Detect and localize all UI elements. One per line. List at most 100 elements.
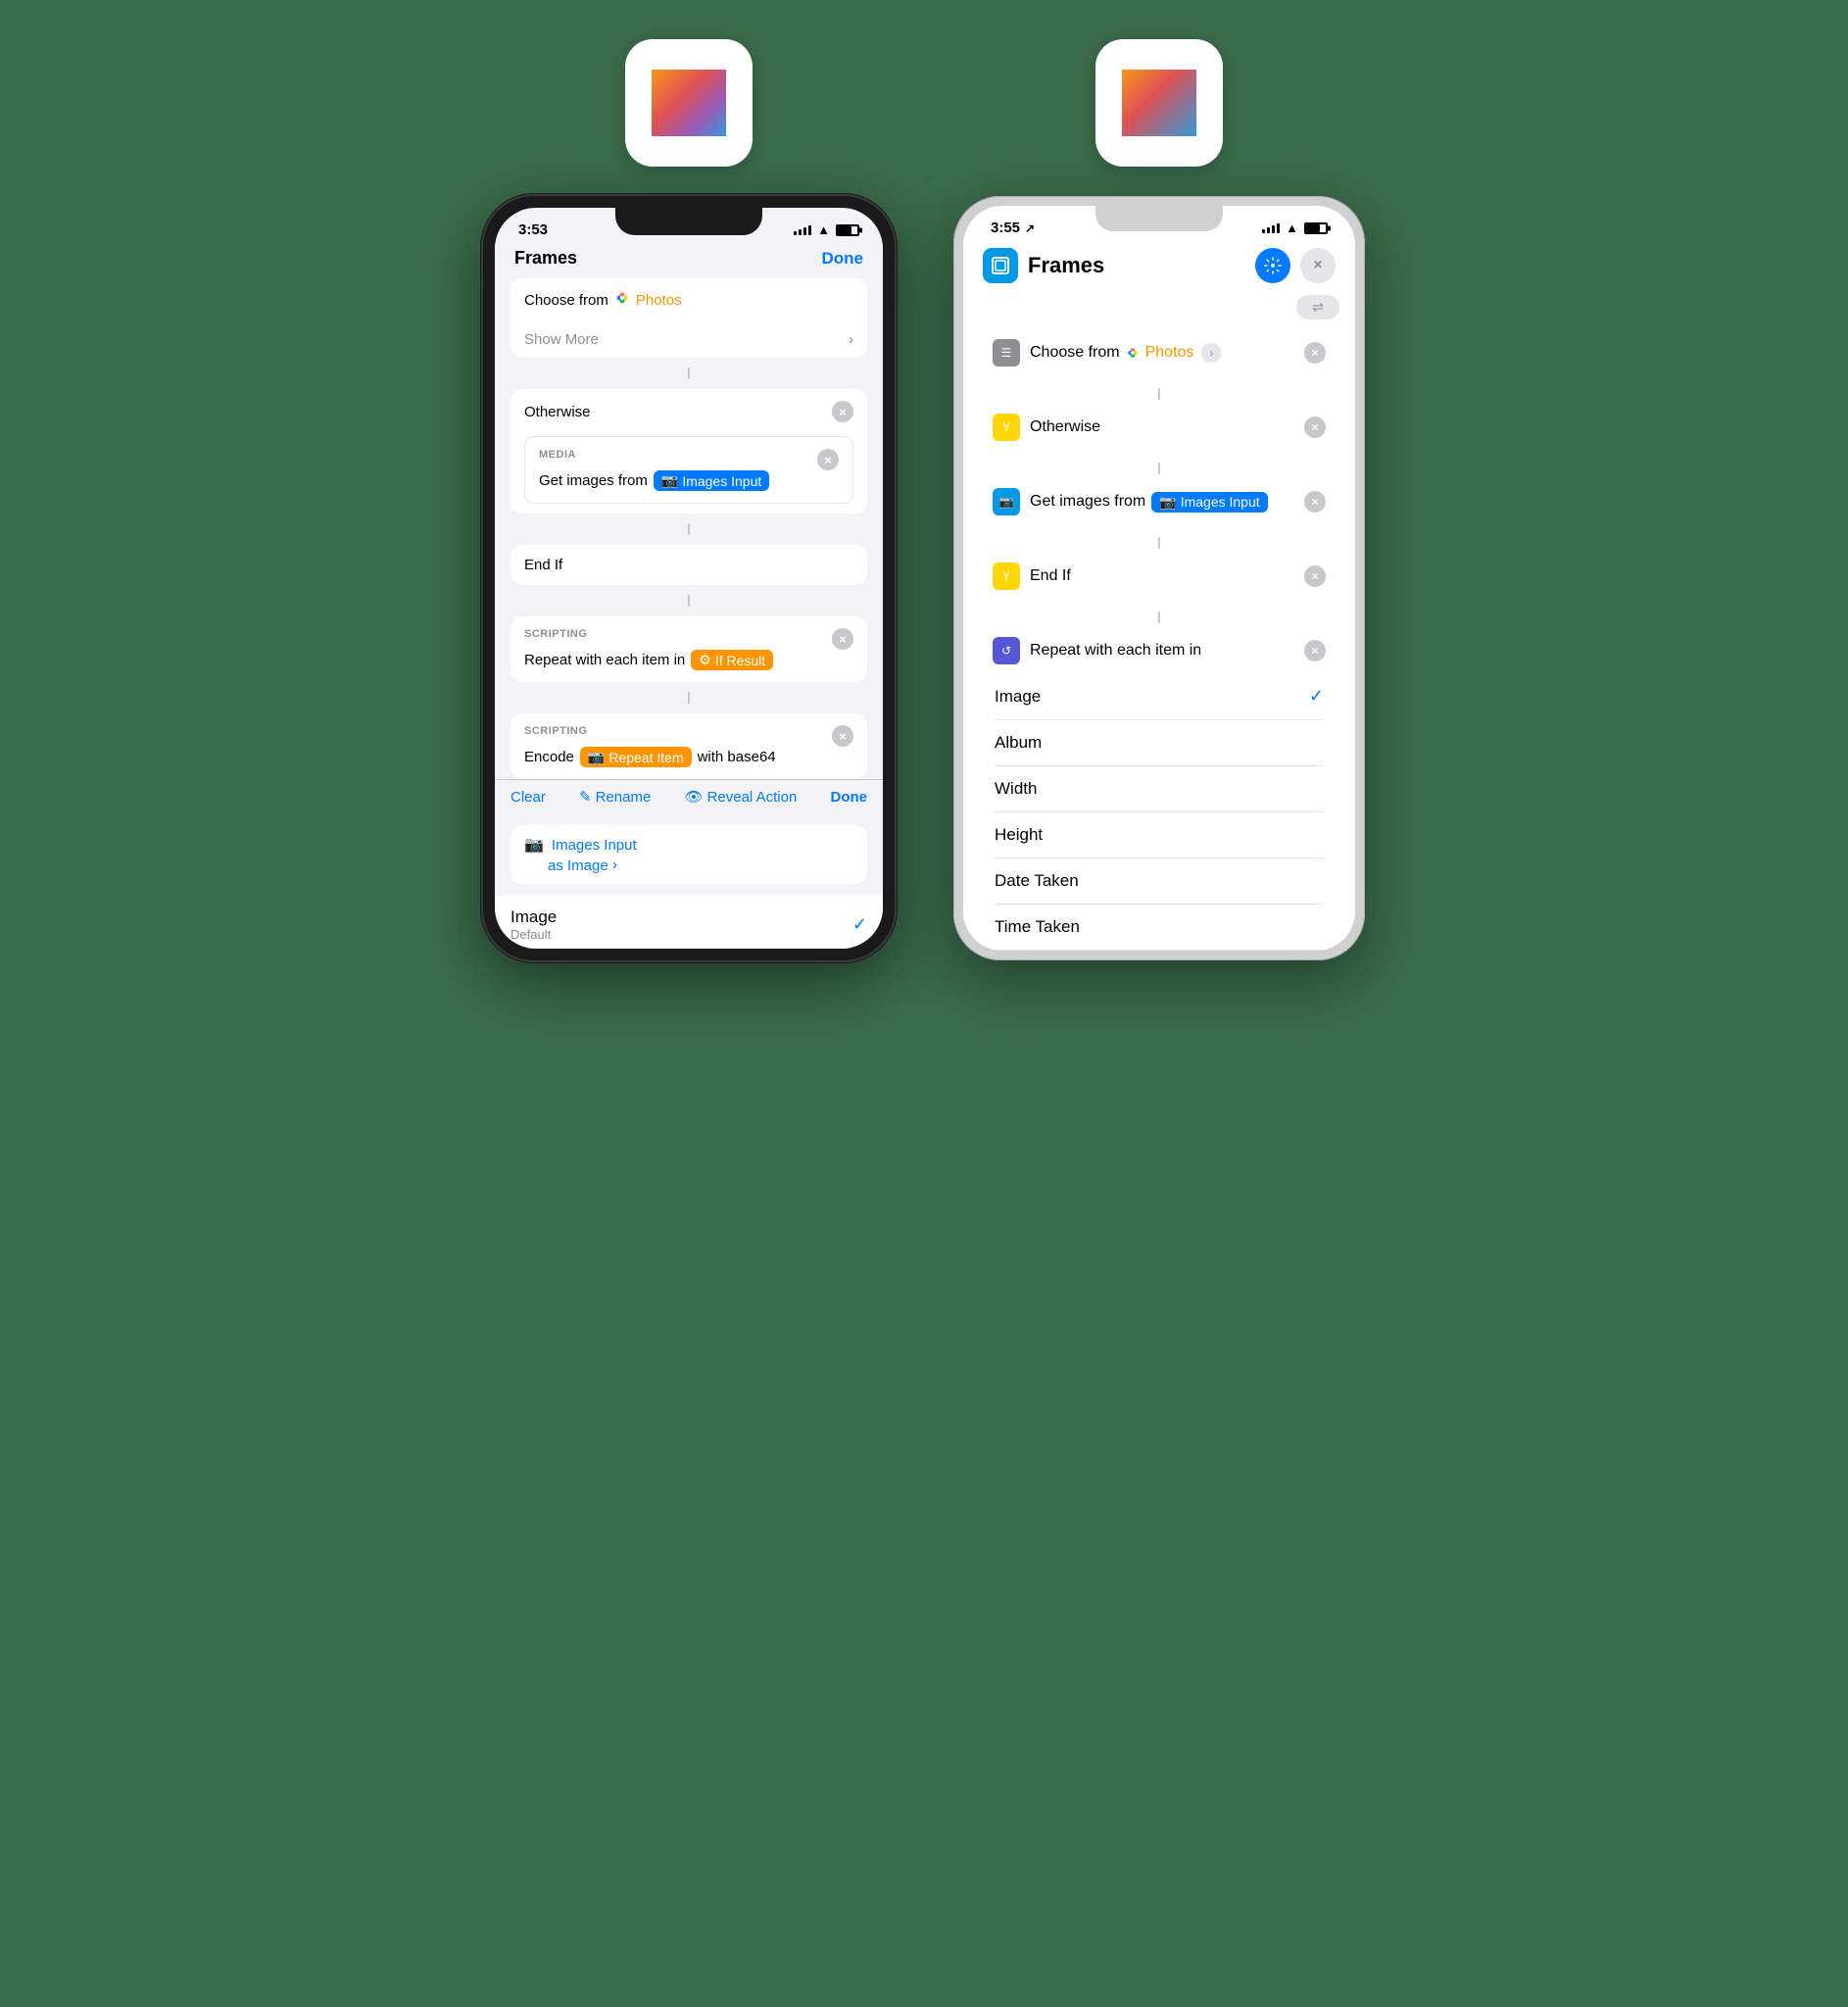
navbar-ios14: Frames Done bbox=[495, 242, 883, 278]
connector-3-ios15 bbox=[979, 535, 1339, 551]
media-x-btn-ios14[interactable]: × bbox=[817, 449, 839, 470]
status-icons-ios14: ▲ bbox=[794, 222, 859, 237]
type-list-ios14: Image Default ✓ Album Width Height bbox=[495, 896, 883, 949]
repeat-content-ios14: Repeat with each item in ⚙ If Result bbox=[524, 650, 773, 670]
connector-2-ios14 bbox=[511, 521, 867, 537]
action-otherwise-ios15: Y Otherwise × bbox=[979, 402, 1339, 453]
reveal-btn-ios14[interactable]: 👁 Reveal Action bbox=[685, 788, 798, 806]
choose-from-label-ios15: Choose from bbox=[1030, 344, 1120, 362]
photos-flower-icon-ios14 bbox=[614, 290, 630, 310]
time-ios15: 3:55 bbox=[991, 220, 1020, 236]
frames-app-icon-ios15 bbox=[983, 248, 1018, 283]
otherwise-x-btn-ios14[interactable]: × bbox=[832, 401, 853, 422]
if-result-tag-ios14[interactable]: ⚙ If Result bbox=[691, 650, 773, 670]
action-encode-ios14: SCRIPTING × Encode 📷 Repeat Item bbox=[511, 713, 867, 779]
action-list-ios14: Choose from bbox=[495, 278, 883, 779]
action-list-15-container: ☰ Choose from bbox=[963, 327, 1355, 673]
type-list-ios15: Image ✓ Album Width Height bbox=[963, 673, 1355, 951]
ios14-version-number: 14 bbox=[652, 70, 726, 136]
encode-with-ios14: with base64 bbox=[698, 749, 776, 765]
content-area-ios14: Choose from bbox=[495, 278, 883, 949]
type-item-datetaken-ios15[interactable]: Date Taken bbox=[995, 858, 1324, 905]
action-otherwise-ios14: Otherwise × MEDIA × bbox=[511, 389, 867, 514]
repeat-label-ios15: Repeat with each item in bbox=[1030, 642, 1201, 660]
phone-frame-ios14: 3:53 ▲ bbox=[483, 196, 895, 960]
action-choose-from-ios14: Choose from bbox=[511, 278, 867, 358]
type-image-check-ios15: ✓ bbox=[1309, 686, 1324, 707]
list-icon-ios15: ☰ bbox=[1001, 346, 1012, 360]
toggle-label-ios15: ⇌ bbox=[1312, 299, 1324, 315]
media-text-ios15: Get images from 📷 Images Input bbox=[1030, 492, 1294, 513]
toggle-btn-ios15[interactable]: ⇌ bbox=[1296, 295, 1339, 319]
connector-dot-1 bbox=[688, 367, 690, 379]
connector-4-ios15 bbox=[979, 610, 1339, 625]
signal-bar-3 bbox=[803, 227, 806, 235]
type-image-label-ios14: Image bbox=[511, 907, 557, 927]
photos-arrow-icon-ios15: › bbox=[1209, 346, 1213, 360]
var-as-label-ios14: as Image bbox=[548, 857, 608, 874]
encode-x-btn-ios14[interactable]: × bbox=[832, 725, 853, 747]
repeat-text-ios15: Repeat with each item in bbox=[1030, 642, 1294, 660]
nav-done-ios14[interactable]: Done bbox=[822, 249, 864, 269]
location-arrow-icon-ios15: ↗ bbox=[1025, 221, 1035, 235]
images-input-icon-ios14: 📷 bbox=[661, 472, 678, 489]
type-image-label-ios15: Image bbox=[995, 687, 1041, 707]
close-btn-ios15[interactable]: × bbox=[1300, 248, 1336, 283]
type-item-image-ios14[interactable]: Image Default ✓ bbox=[511, 896, 867, 949]
type-width-label-ios15: Width bbox=[995, 779, 1037, 799]
media-icon-ios15: 📷 bbox=[993, 488, 1020, 515]
images-input-label-ios15: Images Input bbox=[1181, 494, 1260, 510]
battery-icon-ios14 bbox=[836, 224, 859, 236]
action-end-if-ios15: Y End If × bbox=[979, 551, 1339, 602]
end-if-x-btn-ios15[interactable]: × bbox=[1304, 565, 1326, 587]
navbar-ios15: Frames × bbox=[963, 240, 1355, 295]
type-item-image-ios15[interactable]: Image ✓ bbox=[995, 673, 1324, 720]
rename-icon-ios14: ✎ bbox=[579, 788, 592, 806]
phone-screen-ios15: 3:55 ↗ ▲ bbox=[963, 206, 1355, 951]
choose-x-btn-ios15[interactable]: × bbox=[1304, 342, 1326, 364]
repeat-icon-ios15: ↺ bbox=[993, 637, 1020, 664]
reveal-label-ios14: Reveal Action bbox=[707, 789, 798, 806]
connector-dot-1-15 bbox=[1158, 388, 1160, 400]
clear-btn-ios14[interactable]: Clear bbox=[511, 789, 546, 806]
media-inner-ios14: MEDIA × Get images from 📷 Images Input bbox=[524, 436, 853, 504]
connector-dot-2-15 bbox=[1158, 463, 1160, 474]
otherwise-label-ios14: Otherwise bbox=[524, 404, 591, 420]
signal-bar-2 bbox=[799, 229, 802, 235]
type-timetaken-label-ios15: Time Taken bbox=[995, 917, 1080, 937]
otherwise-icon-ios15: Y bbox=[993, 414, 1020, 441]
otherwise-x-btn-ios15[interactable]: × bbox=[1304, 416, 1326, 438]
var-camera-icon-ios14: 📷 bbox=[524, 835, 544, 855]
content-area-ios15: ☰ Choose from bbox=[963, 327, 1355, 951]
images-input-tag-ios15[interactable]: 📷 Images Input bbox=[1151, 492, 1267, 513]
type-item-timetaken-ios15[interactable]: Time Taken bbox=[995, 905, 1324, 951]
var-as-row-ios14[interactable]: as Image › bbox=[524, 857, 853, 874]
status-icons-ios15: ▲ bbox=[1262, 220, 1328, 235]
images-input-icon-ios15: 📷 bbox=[1159, 494, 1176, 511]
photos-arrow-btn-ios15[interactable]: › bbox=[1201, 343, 1221, 363]
done-btn-ios14[interactable]: Done bbox=[830, 789, 867, 806]
type-item-height-ios15[interactable]: Height bbox=[995, 812, 1324, 858]
signal-icon-ios15 bbox=[1262, 223, 1280, 233]
settings-btn-ios15[interactable] bbox=[1255, 248, 1290, 283]
type-item-width-ios15[interactable]: Width bbox=[995, 766, 1324, 812]
var-chevron-ios14: › bbox=[612, 857, 617, 874]
images-input-label-ios14: Images Input bbox=[682, 473, 761, 489]
connector-dot-4 bbox=[688, 692, 690, 704]
rename-btn-ios14[interactable]: ✎ Rename bbox=[579, 788, 651, 806]
repeat-x-btn-ios15[interactable]: × bbox=[1304, 640, 1326, 661]
repeat-item-tag-ios14[interactable]: 📷 Repeat Item bbox=[580, 747, 692, 767]
images-input-tag-ios14[interactable]: 📷 Images Input bbox=[654, 470, 769, 491]
ios14-section: 14 3:53 ▲ bbox=[483, 39, 895, 960]
repeat-item-label-ios14: Repeat Item bbox=[608, 750, 683, 765]
media-x-btn-ios15[interactable]: × bbox=[1304, 491, 1326, 513]
nav-title-ios15: Frames bbox=[1028, 253, 1104, 278]
show-more-ios14[interactable]: Show More › bbox=[511, 321, 867, 358]
eye-icon-ios14: 👁 bbox=[685, 788, 704, 806]
media-top-ios14: MEDIA × bbox=[539, 449, 839, 470]
if-result-label-ios14: If Result bbox=[715, 653, 765, 668]
choose-from-label-ios14: Choose from bbox=[524, 292, 608, 309]
signal-bar-4-15 bbox=[1277, 223, 1280, 233]
type-item-album-ios15[interactable]: Album bbox=[995, 720, 1324, 766]
repeat-x-btn-ios14[interactable]: × bbox=[832, 628, 853, 650]
